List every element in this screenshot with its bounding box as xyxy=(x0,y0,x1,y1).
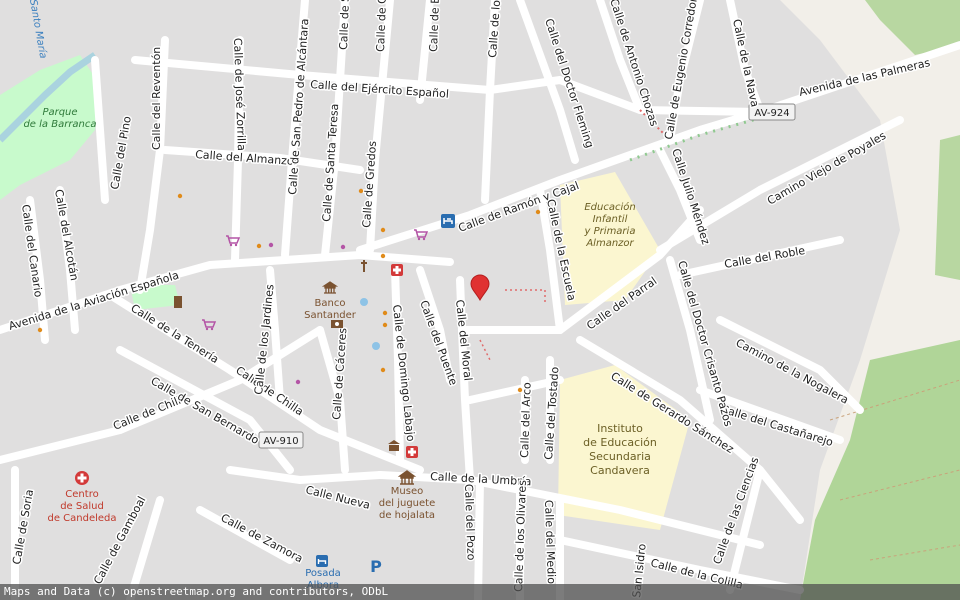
street-label: Calle de G xyxy=(374,0,389,52)
memorial-icon xyxy=(174,296,182,308)
street-label: Calle del Pozo xyxy=(462,484,478,561)
institute-label-line: Secundaria xyxy=(589,450,651,463)
clinic-label-line: de Candeleda xyxy=(47,513,116,524)
bank-label-line: Banco xyxy=(315,298,346,309)
museum-label-line: de hojalata xyxy=(379,510,435,521)
pharmacy-icon[interactable] xyxy=(391,264,403,276)
school-label-line: y Primaria xyxy=(584,226,636,237)
street-label: Calle del Reventón xyxy=(150,47,163,150)
clinic-label-line: Centro xyxy=(65,489,98,500)
hotel-icon[interactable] xyxy=(316,555,328,567)
hotel-label-line: Posada xyxy=(305,568,341,579)
pharmacy-icon[interactable] xyxy=(406,446,418,458)
hotel-icon[interactable] xyxy=(441,214,455,228)
bank-icon[interactable] xyxy=(331,320,343,328)
map-canvas[interactable]: AV-924 AV-910 Calle del Ejército Español… xyxy=(0,0,960,600)
map-view[interactable]: AV-924 AV-910 Calle del Ejército Español… xyxy=(0,0,960,600)
park-label-line: de la Barranca xyxy=(23,119,96,130)
school-label-line: Almanzor xyxy=(585,238,634,249)
bank-label-line: Santander xyxy=(304,310,357,321)
park-label-line: Parque xyxy=(42,107,77,118)
institute-label-line: Candavera xyxy=(590,464,650,477)
road-shield-label: AV-910 xyxy=(263,436,298,447)
street-label: Calle del Arco xyxy=(518,382,534,458)
institute-label-line: Instituto xyxy=(597,422,643,435)
parking-icon[interactable]: P xyxy=(370,557,382,576)
street-pozo[interactable] xyxy=(474,476,484,600)
map-attribution: Maps and Data (c) openstreetmap.org and … xyxy=(0,584,960,600)
road-shield-label: AV-924 xyxy=(754,108,789,119)
school-label-line: Educación xyxy=(584,201,635,213)
clinic-label-line: de Salud xyxy=(60,501,104,512)
road-shield-av-910: AV-910 xyxy=(258,431,304,449)
parking-letter: P xyxy=(370,557,382,576)
school-label-line: Infantil xyxy=(593,214,628,225)
museum-label-line: Museo xyxy=(391,486,423,497)
institute-label-line: de Educación xyxy=(583,436,657,449)
museum-label-line: del juguete xyxy=(379,498,435,509)
clinic-icon[interactable] xyxy=(75,471,89,485)
street-label: Calle de Sa xyxy=(337,0,352,50)
